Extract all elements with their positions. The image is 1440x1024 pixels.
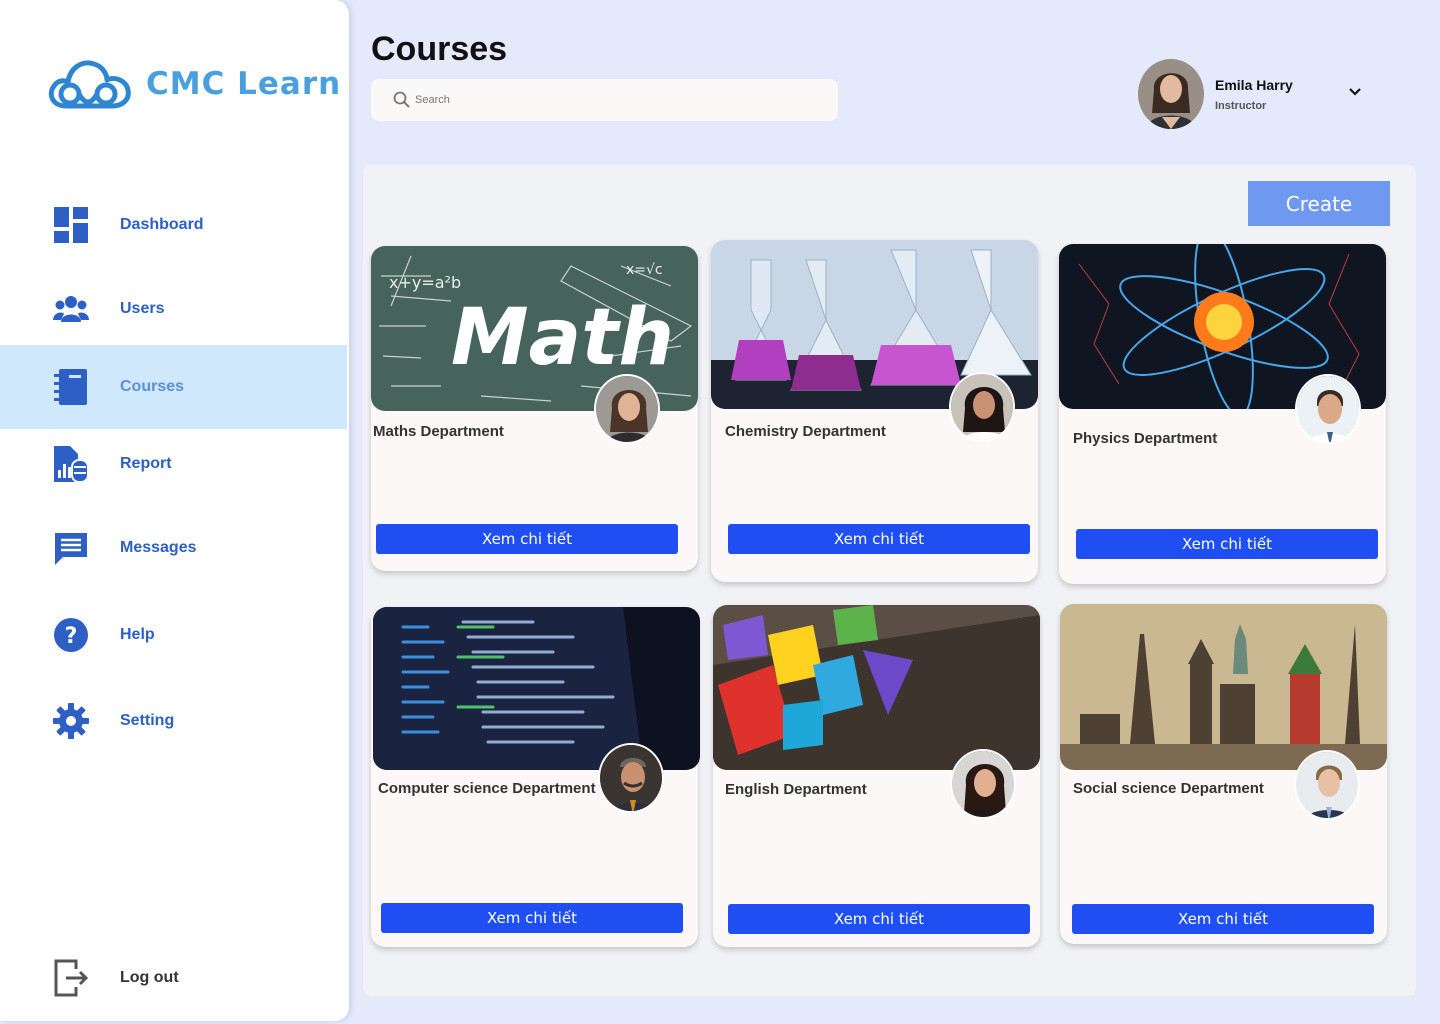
logout-icon [52,959,90,997]
sidebar-item-label: Setting [120,712,175,729]
sidebar-item-label: Dashboard [120,216,204,233]
course-image [1060,604,1387,770]
logout-button[interactable]: Log out [0,936,347,1020]
sidebar-item-users[interactable]: Users [0,267,347,351]
svg-text:Math: Math [451,293,674,383]
course-card-english: English Department Xem chi tiết [713,605,1040,947]
sidebar: CMC Learn Dashboard Users Courses Report… [0,0,349,1021]
gear-icon [52,702,90,740]
course-card-social-science: Social science Department Xem chi tiết [1060,604,1387,944]
users-icon [52,290,90,328]
svg-text:x=√c: x=√c [626,262,663,278]
sidebar-item-label: Help [120,626,155,643]
sidebar-item-help[interactable]: ? Help [0,593,347,677]
svg-text:x+y=a²b: x+y=a²b [389,273,461,292]
brand-logo[interactable]: CMC Learn [44,54,341,114]
course-title: Computer science Department [378,780,596,797]
notebook-icon [52,368,90,406]
course-card-maths: Math x+y=a²b x=√c Maths Department Xem c… [371,246,698,571]
view-details-button[interactable]: Xem chi tiết [728,904,1030,934]
view-details-button[interactable]: Xem chi tiết [381,903,683,933]
sidebar-item-dashboard[interactable]: Dashboard [0,183,347,267]
course-title: Maths Department [373,423,504,440]
user-role: Instructor [1215,99,1267,112]
instructor-avatar [1294,750,1360,820]
course-title: English Department [725,781,867,798]
message-icon [52,529,90,567]
sidebar-item-label: Messages [120,539,197,556]
sidebar-item-setting[interactable]: Setting [0,679,347,763]
view-details-button[interactable]: Xem chi tiết [376,524,678,554]
course-image [373,607,700,770]
sidebar-item-label: Users [120,300,165,317]
instructor-avatar [1295,374,1361,444]
sidebar-item-label: Report [120,455,172,472]
course-card-computer-science: Computer science Department Xem chi tiết [371,607,700,947]
instructor-avatar [594,374,660,444]
search-input[interactable] [415,94,815,106]
chevron-down-icon[interactable] [1346,84,1364,98]
user-profile[interactable]: Emila Harry Instructor [1138,59,1293,129]
course-title: Physics Department [1073,430,1218,447]
sidebar-item-messages[interactable]: Messages [0,506,347,590]
course-title: Social science Department [1073,780,1264,797]
help-icon: ? [52,616,90,654]
sidebar-item-label: Courses [120,378,185,395]
brand-name: CMC Learn [146,66,342,102]
search-bar[interactable] [371,79,838,121]
course-card-physics: Physics Department Xem chi tiết [1059,244,1386,584]
dashboard-icon [52,206,90,244]
view-details-button[interactable]: Xem chi tiết [1072,904,1374,934]
avatar [1138,59,1204,129]
view-details-button[interactable]: Xem chi tiết [728,524,1030,554]
report-icon [52,445,90,483]
user-name: Emila Harry [1215,76,1293,93]
instructor-avatar [598,743,664,813]
svg-text:?: ? [65,624,78,649]
course-image [713,605,1040,770]
sidebar-item-courses[interactable]: Courses [0,345,347,429]
create-button[interactable]: Create [1248,181,1390,226]
course-title: Chemistry Department [725,423,886,440]
course-card-chemistry: Chemistry Department Xem chi tiết [711,240,1038,582]
page-title: Courses [371,30,508,68]
logout-label: Log out [120,969,179,986]
sidebar-item-report[interactable]: Report [0,422,347,506]
instructor-avatar [950,749,1016,819]
view-details-button[interactable]: Xem chi tiết [1076,529,1378,559]
cloud-logo-icon [48,60,131,109]
instructor-avatar [949,372,1015,442]
search-icon [393,91,410,108]
